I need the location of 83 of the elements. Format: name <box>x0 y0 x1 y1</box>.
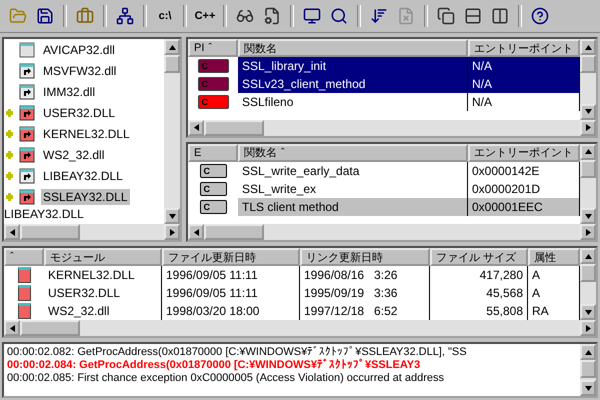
scrollbar[interactable] <box>4 320 596 336</box>
column-header[interactable]: E <box>188 144 238 162</box>
toolbar-button[interactable]: C++ <box>193 4 217 28</box>
file-gear-icon <box>263 7 281 25</box>
log-line: 00:00:02.082: GetProcAddress(0x01870000 [C:¥WINDOWS¥ﾃﾞｽｸﾄｯﾌﾟ¥SSLEAY32.DLL], "SS <box>6 346 468 358</box>
briefcase-icon <box>76 7 94 25</box>
tree-item[interactable]: IMM32.dll <box>41 84 98 100</box>
scrollbar[interactable] <box>4 224 180 240</box>
tree-item[interactable]: WS2_32.dll <box>41 146 106 162</box>
module-icon <box>19 62 35 78</box>
scroll-thumb[interactable] <box>580 264 596 282</box>
function-icon: C <box>200 164 226 178</box>
scroll-thumb[interactable] <box>580 160 596 178</box>
function-row[interactable]: C SSLv23_client_method N/A <box>188 75 580 93</box>
scrollbar[interactable] <box>580 344 596 396</box>
blank-module-icon <box>19 42 35 58</box>
sort-indicator: ˆ <box>208 42 212 54</box>
tree-item[interactable]: AVICAP32.dll <box>41 42 117 58</box>
function-row[interactable]: C TLS client method 0x00001EEC <box>188 198 580 216</box>
module-icon <box>19 146 35 162</box>
folder-icon <box>9 7 27 25</box>
columns-icon <box>491 7 509 25</box>
function-name: TLS client method <box>238 198 468 216</box>
module-icon <box>19 84 35 100</box>
column-header[interactable]: 関数名 <box>238 39 468 57</box>
column-header[interactable]: 属性 <box>528 248 580 266</box>
function-name: SSLfileno <box>238 93 468 111</box>
module-icon <box>19 188 35 204</box>
column-header[interactable]: PI ˆ <box>188 39 238 57</box>
column-header[interactable]: ˆ <box>4 248 44 266</box>
function-icon: C <box>198 59 228 73</box>
toolbar-button[interactable]: c:\ <box>153 4 177 28</box>
scrollbar[interactable] <box>188 224 596 240</box>
cascade-windows-icon <box>437 7 455 25</box>
tree-item[interactable]: MSVFW32.dll <box>41 62 118 78</box>
monitor-icon <box>303 7 321 25</box>
module-icon <box>19 104 35 120</box>
module-icon <box>19 168 35 184</box>
module-icon <box>18 285 30 301</box>
log-line: 00:00:02.085: First chance exception 0xC0000005 (Access Violation) occurred at address <box>6 372 446 385</box>
function-row[interactable]: C SSL_write_early_data 0x0000142E <box>188 162 580 180</box>
scroll-thumb[interactable] <box>20 320 80 336</box>
tree-item[interactable]: USER32.DLL <box>41 104 118 120</box>
scroll-thumb[interactable] <box>580 360 596 378</box>
network-icon <box>116 7 134 25</box>
search-icon <box>330 7 348 25</box>
drag-label: LIBEAY32.DLL <box>4 207 84 221</box>
function-row[interactable]: C SSL_library_init N/A <box>188 57 580 75</box>
help-icon <box>531 7 549 25</box>
glasses-icon <box>236 7 254 25</box>
column-header[interactable]: モジュール <box>44 248 162 266</box>
scrollbar[interactable] <box>188 120 596 136</box>
rows-icon <box>464 7 482 25</box>
scroll-thumb[interactable] <box>20 224 80 240</box>
scroll-thumb[interactable] <box>164 55 180 73</box>
column-header[interactable]: ファイル サイズ <box>430 248 528 266</box>
file-x-icon <box>397 7 415 25</box>
function-icon: C <box>200 182 226 196</box>
scroll-thumb[interactable] <box>204 224 264 240</box>
module-icon <box>18 267 30 283</box>
function-icon: C <box>198 95 228 109</box>
sort-indicator: ˆ <box>281 146 285 158</box>
module-icon <box>19 126 35 142</box>
module-icon <box>18 303 30 319</box>
scrollbar[interactable] <box>580 39 596 120</box>
column-header[interactable]: リンク更新日時 <box>300 248 430 266</box>
tree-item[interactable]: LIBEAY32.DLL <box>41 168 125 184</box>
tree-item[interactable]: SSLEAY32.DLL <box>41 188 130 204</box>
log-line: 00:00:02.084: GetProcAddress(0x01870000 [C:¥WINDOWS¥ﾃﾞｽｸﾄｯﾌﾟ¥SSLEAY3 <box>6 359 422 372</box>
scrollbar[interactable] <box>580 144 596 224</box>
function-icon: C <box>200 200 226 214</box>
sort-icon <box>370 7 388 25</box>
scroll-thumb[interactable] <box>580 55 596 73</box>
column-header[interactable]: エントリーポイント <box>468 39 580 57</box>
scroll-thumb[interactable] <box>204 120 264 136</box>
function-icon: C <box>198 77 228 91</box>
column-header[interactable]: 関数名 ˆ <box>238 144 468 162</box>
column-header[interactable]: ファイル更新日時 <box>162 248 300 266</box>
tree-item[interactable]: KERNEL32.DLL <box>41 126 132 142</box>
column-header[interactable]: エントリーポイント <box>468 144 580 162</box>
scrollbar[interactable] <box>580 248 596 320</box>
scrollbar[interactable] <box>164 39 180 224</box>
save-icon <box>36 7 54 25</box>
